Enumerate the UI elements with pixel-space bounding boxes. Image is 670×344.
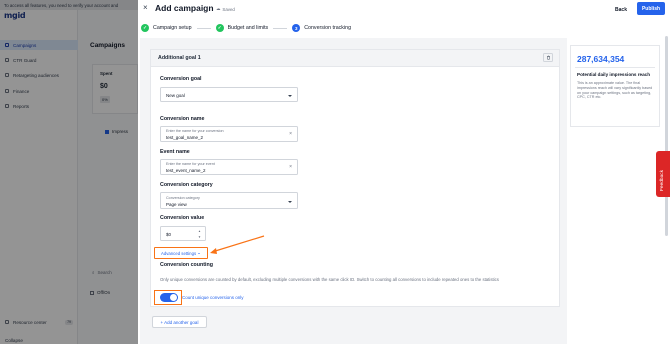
chevron-down-icon	[288, 200, 292, 203]
step-conversion-tracking[interactable]: 3 Conversion tracking	[292, 24, 351, 32]
feedback-label: Feedback	[660, 169, 665, 191]
step-campaign-setup[interactable]: ✓ Campaign setup	[141, 24, 192, 32]
conversion-value-label: Conversion value	[160, 215, 205, 221]
conversion-category-select[interactable]: Conversion category Page view	[160, 192, 298, 209]
trash-icon	[546, 55, 550, 60]
modal-title: Add campaign	[155, 3, 214, 13]
step-label: Budget and limits	[227, 25, 269, 31]
feedback-tab[interactable]: Feedback	[656, 151, 670, 197]
chevron-down-icon	[288, 94, 292, 97]
event-name-field[interactable]: Enter the name for your event test_event…	[160, 159, 298, 175]
count-unique-label[interactable]: Count unique conversions only	[182, 295, 244, 300]
conversion-name-field[interactable]: Enter the name for your conversion test_…	[160, 126, 298, 142]
clear-icon[interactable]: ×	[289, 164, 292, 170]
field-value: test_goal_name_2	[166, 135, 204, 140]
divider	[575, 67, 655, 68]
goal-card-header	[151, 50, 559, 67]
field-hint: Enter the name for your event	[166, 162, 215, 166]
close-icon[interactable]: ×	[143, 3, 148, 12]
stepper-down-icon[interactable]: ▼	[198, 235, 201, 239]
publish-button[interactable]: Publish	[637, 2, 665, 15]
step-divider	[196, 27, 211, 29]
step-label: Conversion tracking	[304, 25, 352, 31]
saved-status: ☁ Saved	[216, 6, 235, 12]
conversion-counting-label: Conversion counting	[160, 262, 213, 268]
field-hint: Enter the name for your conversion	[166, 129, 224, 133]
chevron-down-icon	[198, 252, 201, 254]
step-divider	[273, 27, 288, 29]
select-value: Page view	[166, 202, 187, 207]
stepper-up-icon[interactable]: ▲	[198, 229, 201, 233]
cloud-icon: ☁	[216, 6, 221, 11]
reach-value: 287,634,354	[577, 54, 625, 64]
step-budget-limits[interactable]: ✓ Budget and limits	[215, 24, 269, 32]
field-value: $0	[166, 232, 172, 237]
goal-card-title: Additional goal 1	[158, 55, 201, 61]
step-label: Campaign setup	[153, 25, 192, 31]
clear-icon[interactable]: ×	[289, 131, 292, 137]
reach-title: Potential daily impressions reach	[577, 72, 651, 77]
modal-overlay[interactable]	[0, 0, 138, 344]
scrollbar[interactable]	[665, 36, 668, 236]
toggle-knob	[170, 294, 177, 301]
delete-goal-button[interactable]	[543, 53, 553, 62]
field-value: test_event_name_2	[166, 168, 206, 173]
conversion-name-label: Conversion name	[160, 116, 205, 122]
conversion-goal-label: Conversion goal	[160, 76, 202, 82]
step-number: 3	[292, 24, 301, 32]
count-unique-toggle[interactable]	[160, 293, 178, 302]
saved-text: Saved	[222, 6, 235, 12]
field-hint: Conversion category	[166, 196, 200, 200]
conversion-category-label: Conversion category	[160, 182, 213, 188]
conversion-value-stepper[interactable]: $0 ▲ ▼	[160, 226, 206, 241]
advanced-settings-toggle[interactable]: Advanced settings	[154, 247, 208, 259]
check-icon: ✓	[141, 24, 149, 32]
add-another-goal-button[interactable]: + Add another goal	[152, 316, 207, 328]
conversion-counting-note: Only unique conversions are counted by d…	[160, 277, 499, 282]
select-value: New goal	[166, 93, 185, 98]
event-name-label: Event name	[160, 149, 190, 155]
check-icon: ✓	[215, 24, 224, 32]
back-button[interactable]: Back	[610, 4, 632, 15]
conversion-goal-select[interactable]: New goal	[160, 87, 298, 102]
stepper: ✓ Campaign setup ✓ Budget and limits 3 C…	[141, 22, 351, 34]
reach-description: This is an approximate value. The final …	[577, 81, 653, 100]
advanced-settings-label: Advanced settings	[161, 250, 197, 256]
